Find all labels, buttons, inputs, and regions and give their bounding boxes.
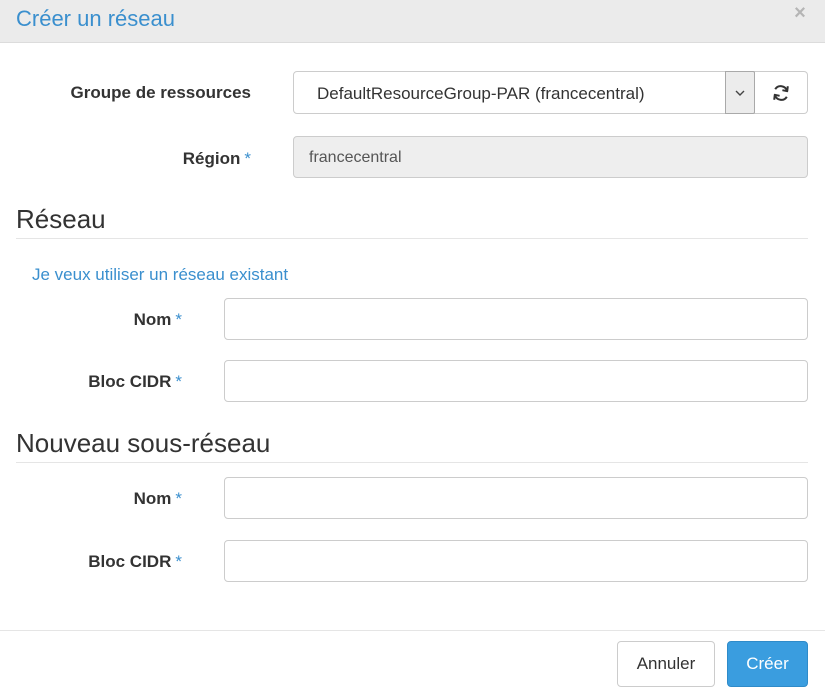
subnet-section-title: Nouveau sous-réseau	[16, 428, 271, 458]
resource-group-label-text: Groupe de ressources	[70, 83, 251, 102]
subnet-name-label-text: Nom	[133, 489, 172, 508]
refresh-icon	[773, 84, 789, 101]
network-section-title: Réseau	[16, 204, 106, 234]
subnet-name-required-marker: *	[175, 489, 182, 508]
subnet-cidr-label: Bloc CIDR *	[88, 551, 182, 573]
resource-group-selected-value: DefaultResourceGroup-PAR (francecentral)	[317, 84, 645, 103]
footer-divider	[0, 630, 825, 631]
region-field: francecentral	[293, 136, 808, 178]
region-label: Région *	[183, 148, 251, 170]
subnet-cidr-label-text: Bloc CIDR	[88, 552, 172, 571]
chevron-down-icon	[735, 90, 745, 96]
subnet-cidr-required-marker: *	[175, 552, 182, 571]
dialog-header: Créer un réseau ×	[0, 0, 825, 43]
use-existing-network-link[interactable]: Je veux utiliser un réseau existant	[32, 264, 288, 286]
region-required-marker: *	[244, 149, 251, 168]
network-name-input[interactable]	[224, 298, 808, 340]
subnet-cidr-input[interactable]	[224, 540, 808, 582]
network-section-divider	[16, 238, 808, 239]
resource-group-dropdown-toggle[interactable]	[725, 71, 755, 114]
subnet-name-label: Nom *	[134, 488, 182, 510]
cancel-button[interactable]: Annuler	[617, 641, 715, 687]
subnet-name-input[interactable]	[224, 477, 808, 519]
region-label-text: Région	[182, 149, 241, 168]
refresh-button[interactable]	[755, 71, 808, 114]
region-value: francecentral	[309, 149, 402, 166]
close-icon[interactable]: ×	[791, 2, 809, 24]
create-network-dialog: Créer un réseau × Groupe de ressources D…	[0, 0, 825, 693]
create-button[interactable]: Créer	[727, 641, 808, 687]
resource-group-label: Groupe de ressources	[71, 82, 251, 104]
network-name-label: Nom *	[134, 309, 182, 331]
dialog-title: Créer un réseau	[16, 6, 175, 31]
network-cidr-input[interactable]	[224, 360, 808, 402]
resource-group-select[interactable]: DefaultResourceGroup-PAR (francecentral)	[293, 71, 755, 114]
network-cidr-label: Bloc CIDR *	[88, 371, 182, 393]
network-name-required-marker: *	[175, 310, 182, 329]
network-cidr-required-marker: *	[175, 372, 182, 391]
network-name-label-text: Nom	[133, 310, 172, 329]
subnet-section-divider	[16, 462, 808, 463]
network-cidr-label-text: Bloc CIDR	[88, 372, 172, 391]
